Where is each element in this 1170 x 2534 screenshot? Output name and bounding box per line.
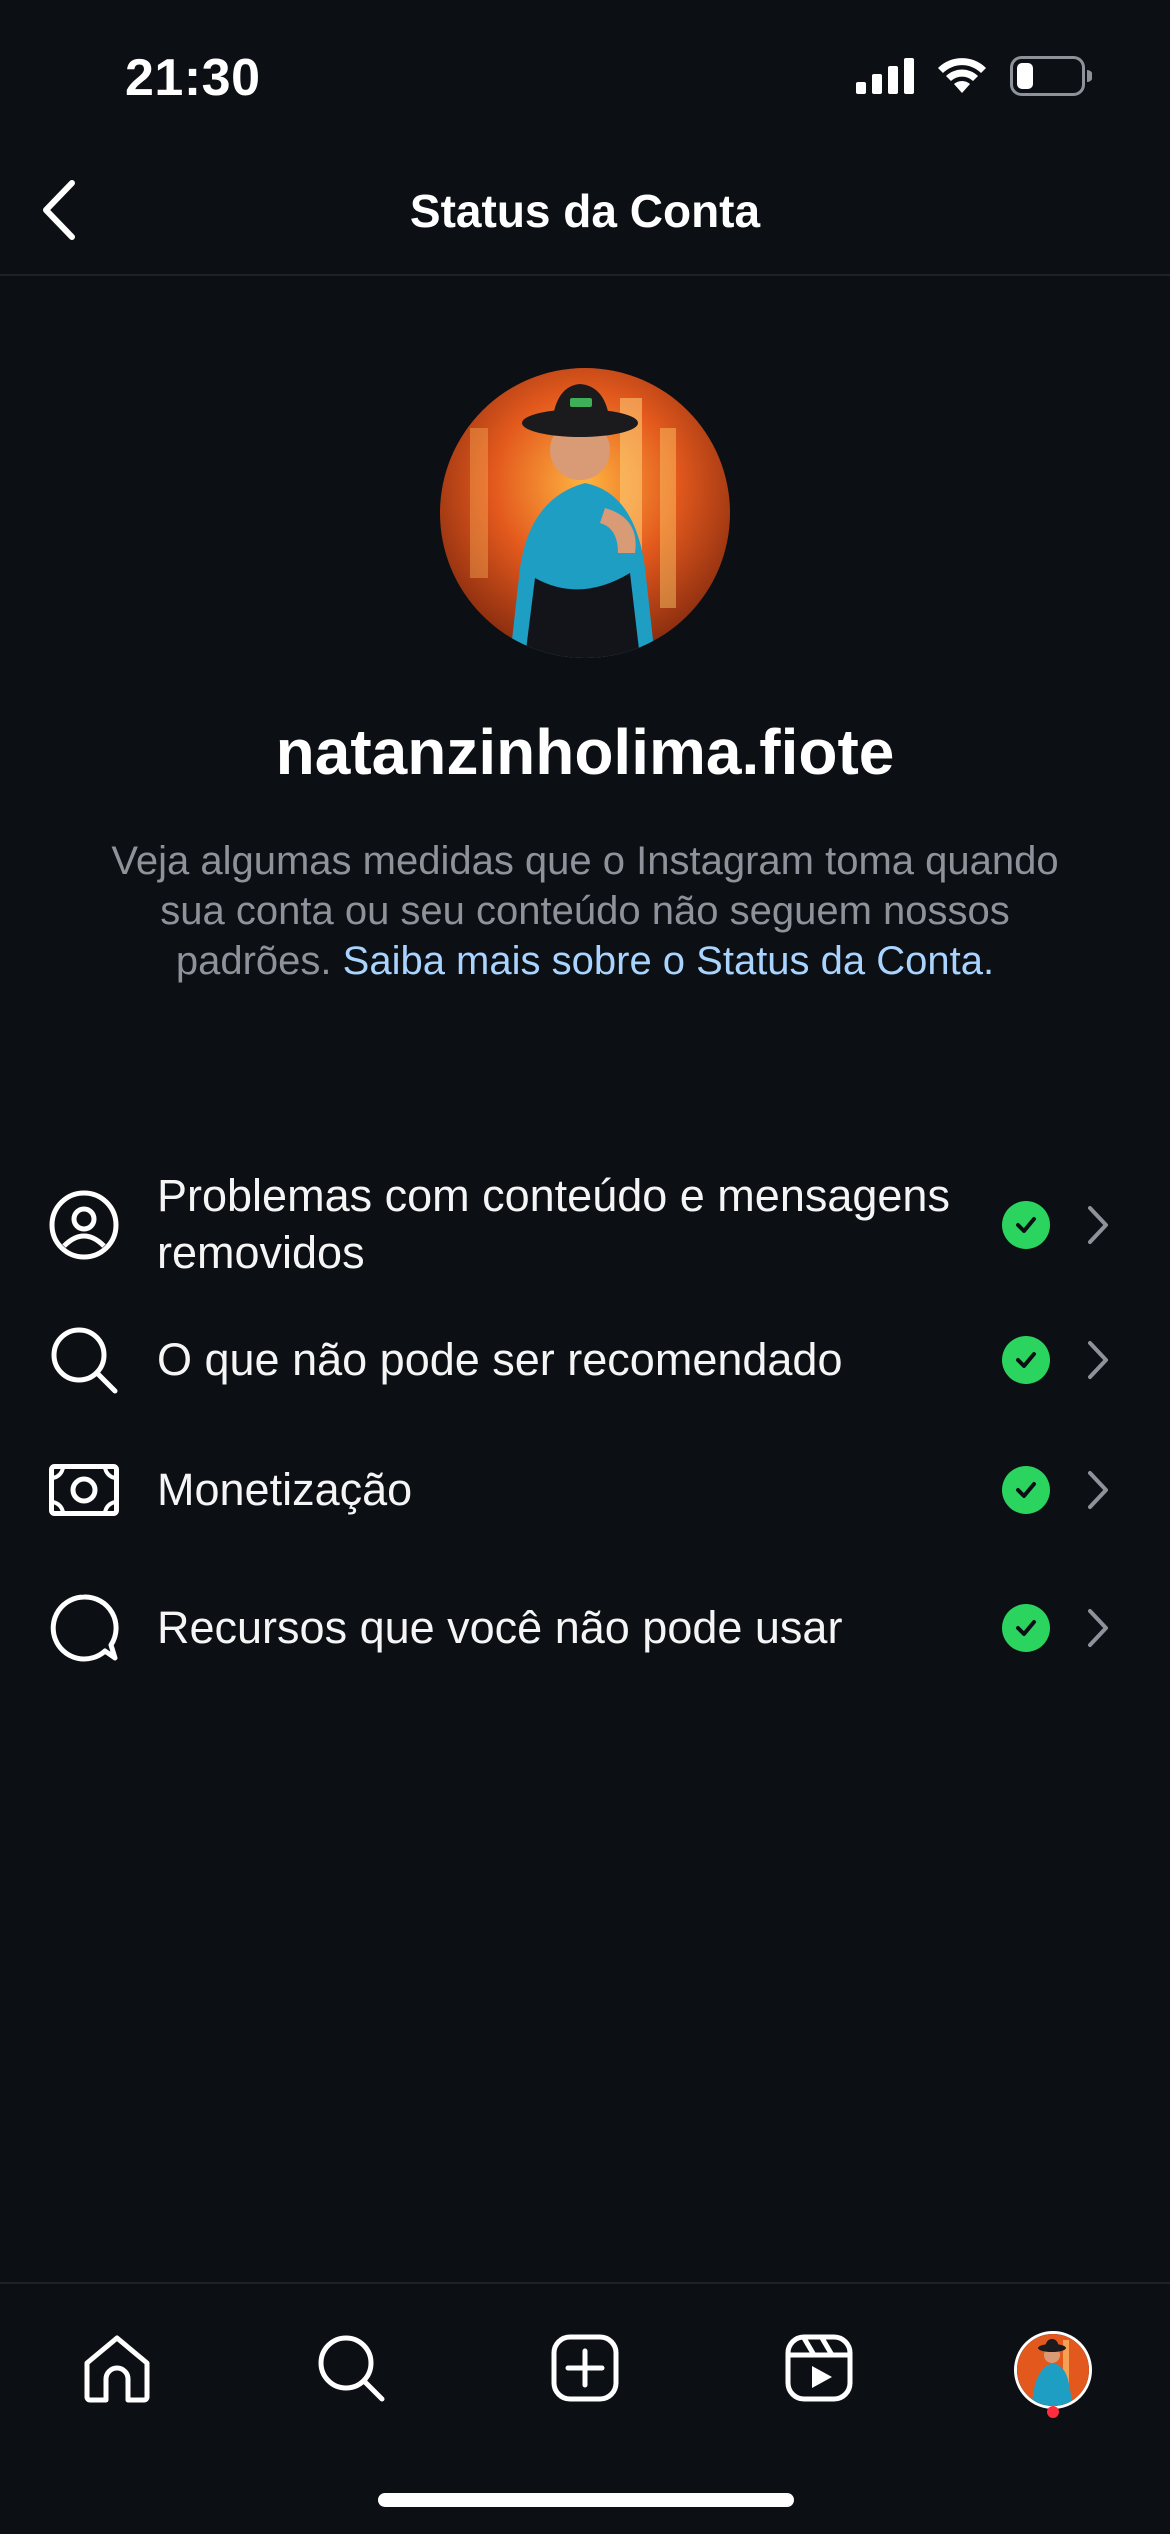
home-icon bbox=[81, 2333, 153, 2408]
status-item-label: Monetização bbox=[157, 1464, 413, 1515]
page-title: Status da Conta bbox=[409, 185, 761, 237]
status-item-recommendations[interactable]: O que não pode ser recomendado bbox=[0, 1300, 1170, 1420]
chevron-right-icon bbox=[1080, 1604, 1116, 1652]
tab-create[interactable] bbox=[535, 2320, 635, 2420]
tab-reels[interactable] bbox=[769, 2320, 869, 2420]
header: Status da Conta bbox=[0, 150, 1170, 276]
battery-icon bbox=[1010, 56, 1093, 101]
user-circle-icon bbox=[44, 1185, 124, 1265]
avatar bbox=[440, 368, 730, 658]
chevron-right-icon bbox=[1080, 1201, 1116, 1249]
money-icon bbox=[44, 1450, 124, 1530]
status-item-label: Problemas com conteúdo e mensagens remov… bbox=[157, 1170, 950, 1278]
check-icon bbox=[1002, 1201, 1050, 1249]
chat-bubble-icon bbox=[44, 1588, 124, 1668]
status-description: Veja algumas medidas que o Instagram tom… bbox=[95, 836, 1075, 986]
status-item-label: O que não pode ser recomendado bbox=[157, 1334, 843, 1385]
tab-profile[interactable] bbox=[1003, 2320, 1103, 2420]
home-indicator bbox=[378, 2493, 794, 2507]
tab-search[interactable] bbox=[301, 2320, 401, 2420]
learn-more-link[interactable]: Saiba mais sobre o Status da Conta. bbox=[343, 939, 994, 983]
status-item-restricted-features[interactable]: Recursos que você não pode usar bbox=[0, 1560, 1170, 1700]
status-bar: 21:30 bbox=[0, 0, 1170, 150]
chevron-right-icon bbox=[1080, 1466, 1116, 1514]
tab-home[interactable] bbox=[67, 2320, 167, 2420]
chevron-right-icon bbox=[1080, 1336, 1116, 1384]
profile-avatar bbox=[1014, 2331, 1092, 2409]
status-item-removed-content[interactable]: Problemas com conteúdo e mensagens remov… bbox=[0, 1150, 1170, 1300]
signal-icon bbox=[856, 58, 914, 99]
username: natanzinholima.fiote bbox=[275, 716, 895, 788]
check-icon bbox=[1002, 1604, 1050, 1652]
check-icon bbox=[1002, 1466, 1050, 1514]
check-icon bbox=[1002, 1336, 1050, 1384]
reels-icon bbox=[784, 2333, 854, 2408]
status-icons bbox=[856, 56, 1093, 101]
status-time: 21:30 bbox=[125, 49, 261, 107]
notification-dot bbox=[1047, 2406, 1059, 2418]
search-icon bbox=[44, 1320, 124, 1400]
create-icon bbox=[550, 2333, 620, 2408]
status-item-label: Recursos que você não pode usar bbox=[157, 1602, 843, 1653]
search-icon bbox=[316, 2333, 386, 2408]
wifi-icon bbox=[936, 57, 988, 100]
status-item-monetization[interactable]: Monetização bbox=[0, 1420, 1170, 1560]
